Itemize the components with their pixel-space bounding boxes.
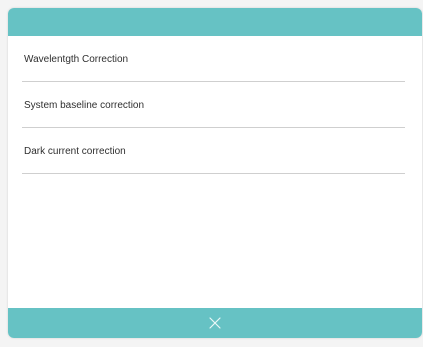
close-icon [209, 317, 221, 329]
menu-item-wavelength-correction[interactable]: Wavelentgth Correction [8, 36, 422, 82]
menu-item-label: Dark current correction [24, 146, 126, 157]
dialog-footer [8, 308, 422, 338]
correction-menu-list: Wavelentgth Correction System baseline c… [8, 36, 422, 174]
close-button[interactable] [204, 312, 226, 334]
menu-item-system-baseline-correction[interactable]: System baseline correction [8, 82, 422, 128]
menu-item-dark-current-correction[interactable]: Dark current correction [8, 128, 422, 174]
correction-dialog: Wavelentgth Correction System baseline c… [8, 8, 422, 338]
divider [22, 173, 405, 174]
dialog-header [8, 8, 422, 36]
menu-item-label: Wavelentgth Correction [24, 54, 129, 65]
menu-item-label: System baseline correction [24, 100, 145, 111]
